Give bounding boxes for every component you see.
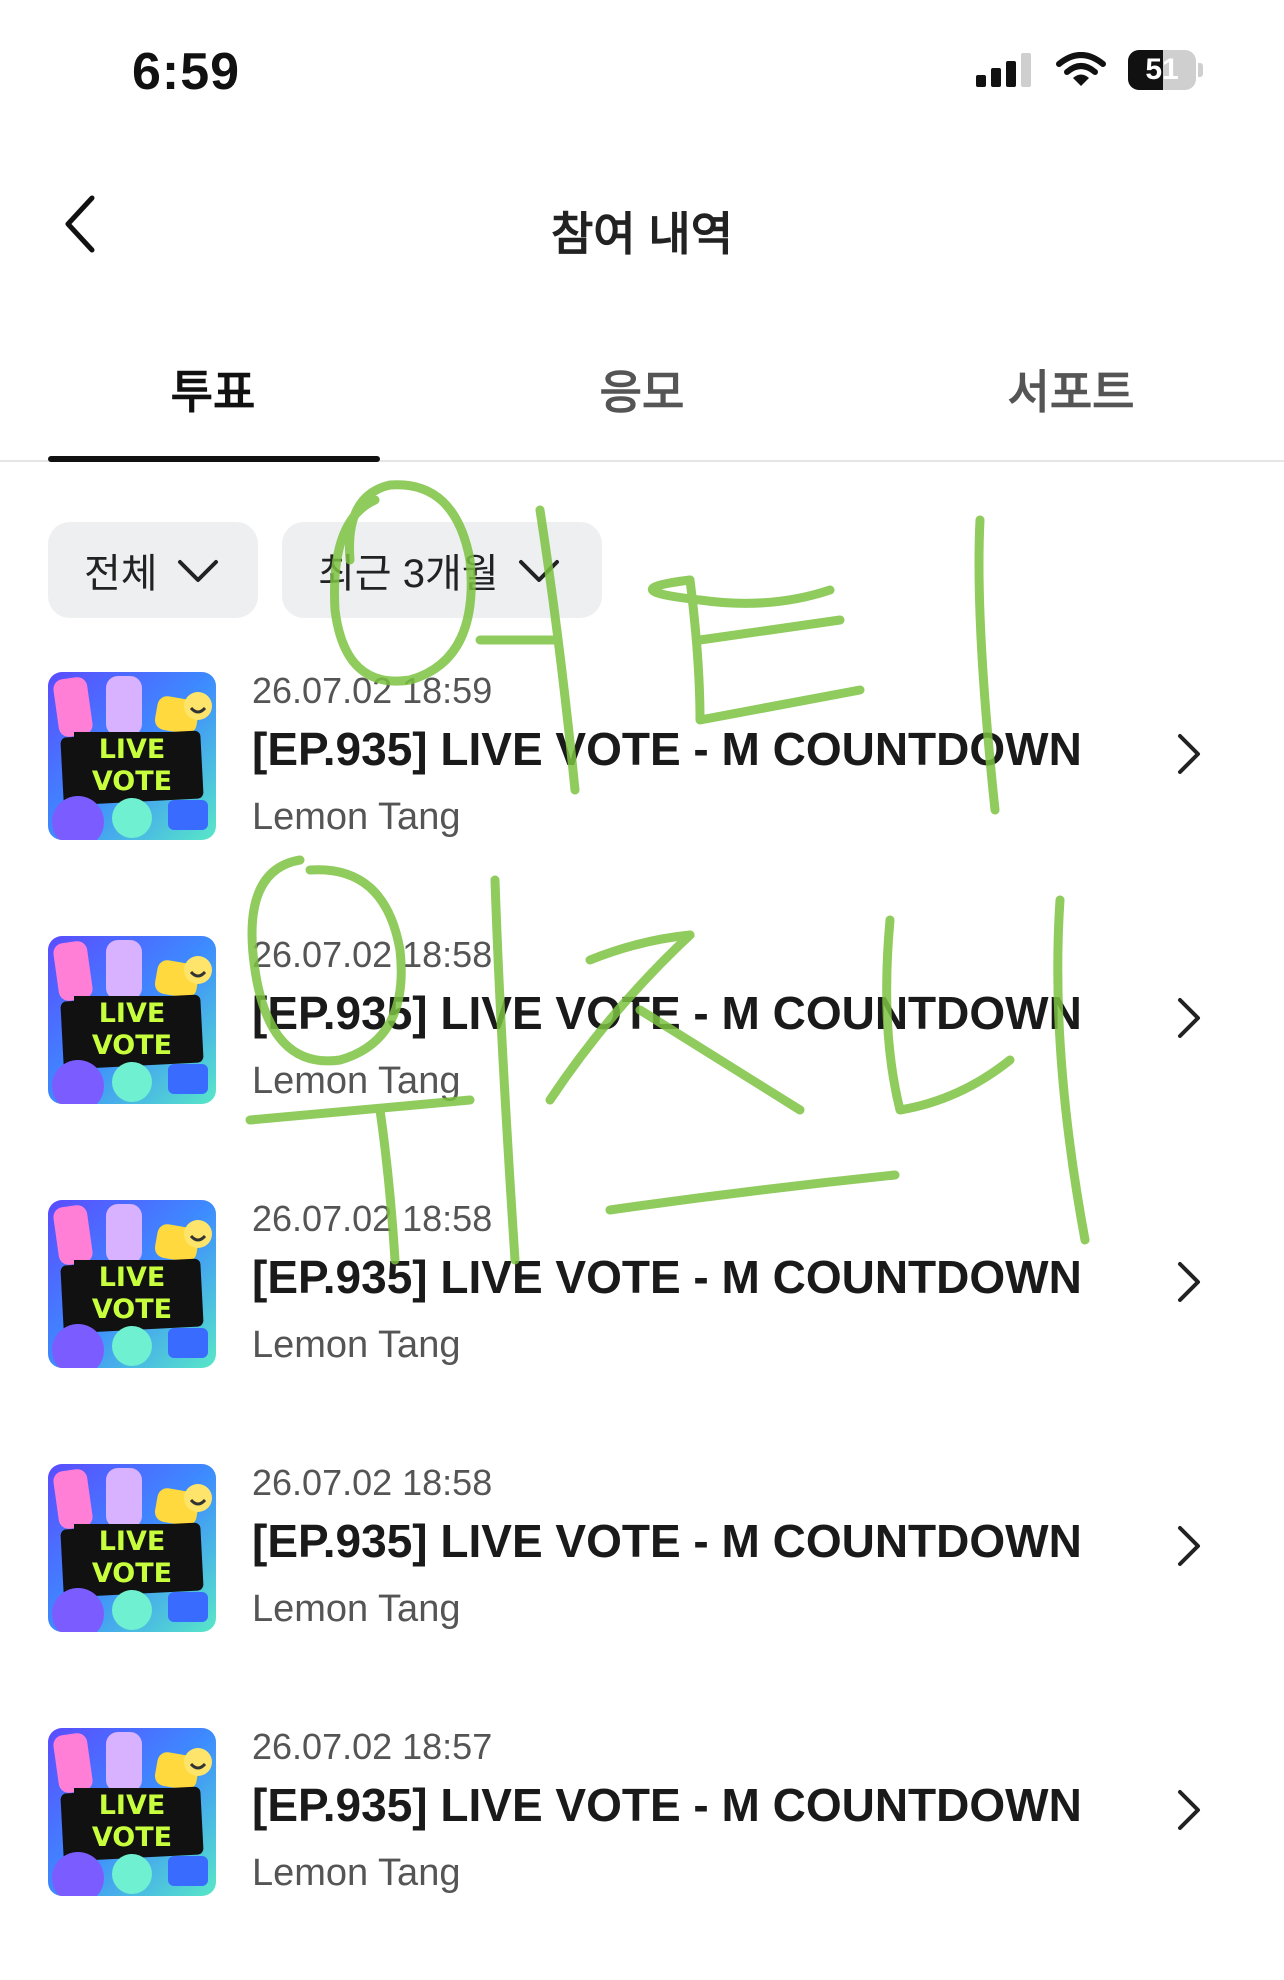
live-vote-thumbnail: LIVE VOTE bbox=[48, 1464, 216, 1632]
svg-text:LIVE: LIVE bbox=[99, 998, 166, 1029]
chevron-right-icon bbox=[1178, 734, 1200, 774]
chevron-down-icon bbox=[177, 560, 218, 582]
live-vote-thumbnail: LIVE VOTE bbox=[48, 1200, 216, 1368]
live-vote-thumbnail: LIVE VOTE bbox=[48, 1728, 216, 1896]
svg-text:VOTE: VOTE bbox=[92, 1294, 172, 1325]
tab-bar: 투표 응모 서포트 bbox=[0, 340, 1284, 462]
item-date: 26.07.02 18:58 bbox=[252, 934, 493, 975]
item-artist: Lemon Tang bbox=[252, 1060, 461, 1102]
item-date: 26.07.02 18:58 bbox=[252, 1198, 493, 1239]
tab-entry-label: 응모 bbox=[599, 366, 685, 418]
filter-type-label: 전체 bbox=[84, 552, 158, 596]
status-bar: 6:59 51 bbox=[0, 0, 1284, 150]
tab-entry[interactable]: 응모 bbox=[477, 352, 807, 452]
battery-level: 51 bbox=[1145, 53, 1179, 86]
filter-bar: 전체 최근 3개월 bbox=[48, 522, 602, 618]
item-artist: Lemon Tang bbox=[252, 1324, 461, 1366]
live-vote-thumbnail: LIVE VOTE bbox=[48, 672, 216, 840]
filter-type-dropdown[interactable]: 전체 bbox=[48, 522, 258, 618]
list-item[interactable]: LIVE VOTE 26.07.02 18:57 [EP.935] LIVE V… bbox=[0, 1716, 1284, 1980]
chevron-right-icon bbox=[1178, 1262, 1200, 1302]
item-date: 26.07.02 18:58 bbox=[252, 1462, 493, 1503]
item-title: [EP.935] LIVE VOTE - M COUNTDOWN bbox=[252, 987, 1082, 1039]
item-title: [EP.935] LIVE VOTE - M COUNTDOWN bbox=[252, 1779, 1082, 1831]
header: 참여 내역 bbox=[0, 170, 1284, 280]
svg-text:LIVE: LIVE bbox=[99, 1526, 166, 1557]
svg-text:VOTE: VOTE bbox=[92, 1030, 172, 1061]
status-icons: 51 bbox=[976, 50, 1204, 90]
list-item[interactable]: LIVE VOTE 26.07.02 18:58 [EP.935] LIVE V… bbox=[0, 1188, 1284, 1452]
chevron-right-icon bbox=[1178, 1526, 1200, 1566]
tab-vote[interactable]: 투표 bbox=[48, 352, 378, 452]
svg-text:LIVE: LIVE bbox=[99, 734, 166, 765]
chevron-right-icon bbox=[1178, 998, 1200, 1038]
filter-period-dropdown[interactable]: 최근 3개월 bbox=[282, 522, 602, 618]
item-artist: Lemon Tang bbox=[252, 1852, 461, 1894]
active-tab-indicator bbox=[48, 456, 380, 462]
tab-support[interactable]: 서포트 bbox=[906, 352, 1236, 452]
battery-icon: 51 bbox=[1128, 50, 1204, 90]
svg-text:LIVE: LIVE bbox=[99, 1790, 166, 1821]
list-item[interactable]: LIVE VOTE 26.07.02 18:58 [EP.935] LIVE V… bbox=[0, 1452, 1284, 1716]
chevron-right-icon bbox=[1178, 1790, 1200, 1830]
item-title: [EP.935] LIVE VOTE - M COUNTDOWN bbox=[252, 723, 1082, 775]
svg-text:VOTE: VOTE bbox=[92, 1822, 172, 1853]
scribble-stroke bbox=[695, 615, 845, 645]
cellular-signal-icon bbox=[976, 53, 1031, 87]
item-date: 26.07.02 18:57 bbox=[252, 1726, 493, 1767]
svg-text:VOTE: VOTE bbox=[92, 1558, 172, 1589]
list-item[interactable]: LIVE VOTE 26.07.02 18:59 [EP.935] LIVE V… bbox=[0, 660, 1284, 924]
status-time: 6:59 bbox=[132, 43, 241, 101]
live-vote-thumbnail: LIVE VOTE bbox=[48, 936, 216, 1104]
tab-support-label: 서포트 bbox=[1007, 366, 1135, 418]
chevron-down-icon bbox=[518, 560, 559, 582]
participation-list: LIVE VOTE 26.07.02 18:59 [EP.935] LIVE V… bbox=[0, 660, 1284, 1980]
tab-vote-label: 투표 bbox=[170, 366, 256, 418]
page-title: 참여 내역 bbox=[550, 208, 734, 260]
item-title: [EP.935] LIVE VOTE - M COUNTDOWN bbox=[252, 1515, 1082, 1567]
svg-text:LIVE: LIVE bbox=[99, 1262, 166, 1293]
item-artist: Lemon Tang bbox=[252, 1588, 461, 1630]
item-title: [EP.935] LIVE VOTE - M COUNTDOWN bbox=[252, 1251, 1082, 1303]
list-item[interactable]: LIVE VOTE 26.07.02 18:58 [EP.935] LIVE V… bbox=[0, 924, 1284, 1188]
scribble-stroke bbox=[648, 575, 835, 608]
item-artist: Lemon Tang bbox=[252, 796, 461, 838]
filter-period-label: 최근 3개월 bbox=[318, 552, 499, 596]
svg-text:VOTE: VOTE bbox=[92, 766, 172, 797]
item-date: 26.07.02 18:59 bbox=[252, 670, 493, 711]
wifi-icon bbox=[1056, 52, 1106, 86]
